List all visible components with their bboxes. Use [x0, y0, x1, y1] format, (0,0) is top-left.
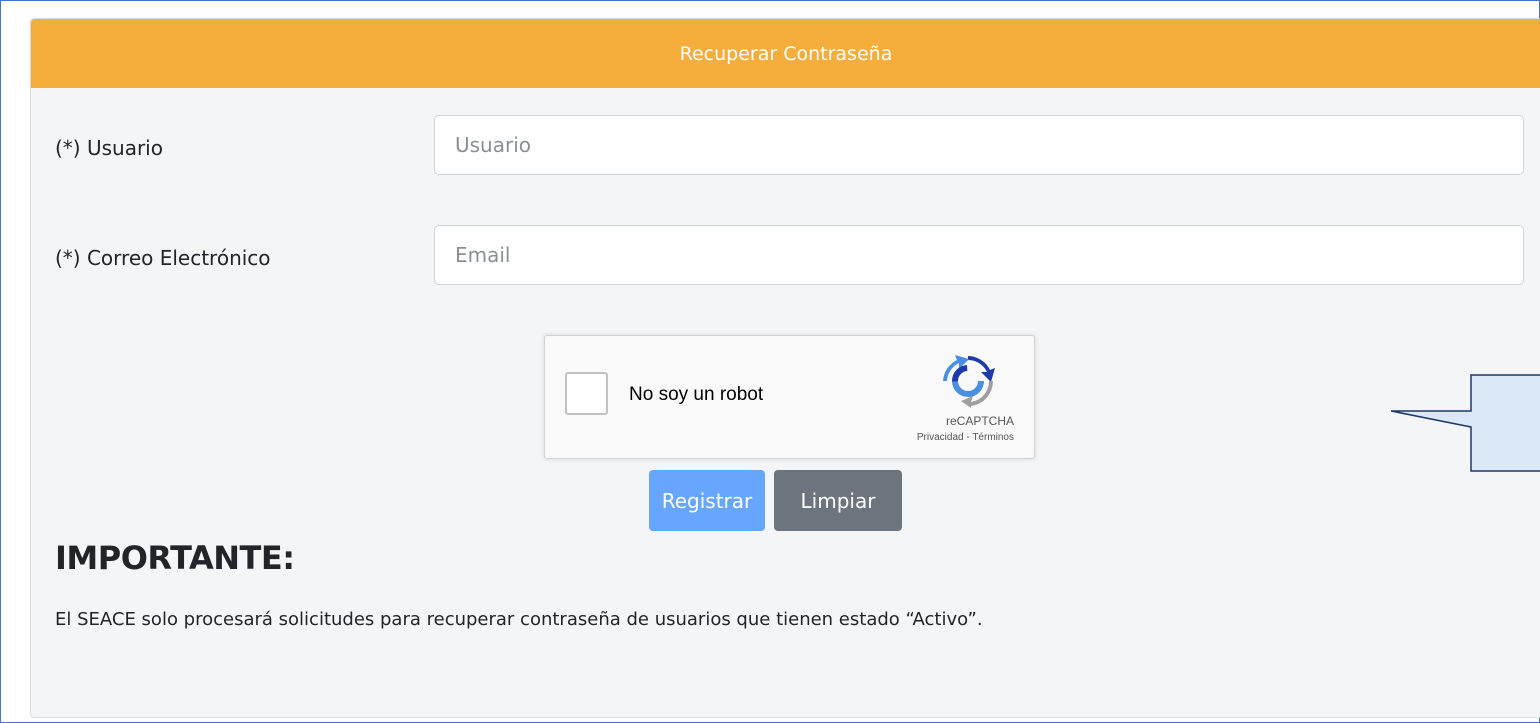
screenshot-frame: Recuperar Contraseña (*) Usuario (*) Cor… — [0, 0, 1540, 723]
card-header: Recuperar Contraseña — [31, 19, 1540, 88]
recaptcha-checkbox[interactable] — [565, 372, 608, 415]
usuario-label: (*) Usuario — [55, 136, 163, 160]
card-title: Recuperar Contraseña — [679, 42, 893, 65]
recaptcha-brand: reCAPTCHA — [945, 414, 1014, 428]
important-heading: IMPORTANTE: — [55, 539, 295, 577]
recover-password-card: Recuperar Contraseña (*) Usuario (*) Cor… — [30, 18, 1540, 718]
usuario-input[interactable] — [434, 115, 1524, 175]
recaptcha-label: No soy un robot — [629, 384, 764, 405]
recaptcha-logo-icon — [943, 355, 995, 408]
clear-button[interactable]: Limpiar — [774, 470, 902, 531]
email-label: (*) Correo Electrónico — [55, 246, 271, 270]
recaptcha-link-separator: - — [963, 432, 973, 443]
important-text: El SEACE solo procesará solicitudes para… — [55, 609, 983, 630]
recaptcha-terms-link[interactable]: Términos — [972, 432, 1014, 443]
email-input[interactable] — [434, 225, 1524, 285]
recaptcha-privacy-link[interactable]: Privacidad — [917, 432, 964, 443]
callout-shape — [1391, 374, 1540, 472]
recaptcha-widget: No soy un robot reCAPTCHA Privacidad - T… — [544, 335, 1035, 459]
register-button[interactable]: Registrar — [649, 470, 765, 531]
recaptcha-links: Privacidad - Términos — [917, 432, 1014, 443]
